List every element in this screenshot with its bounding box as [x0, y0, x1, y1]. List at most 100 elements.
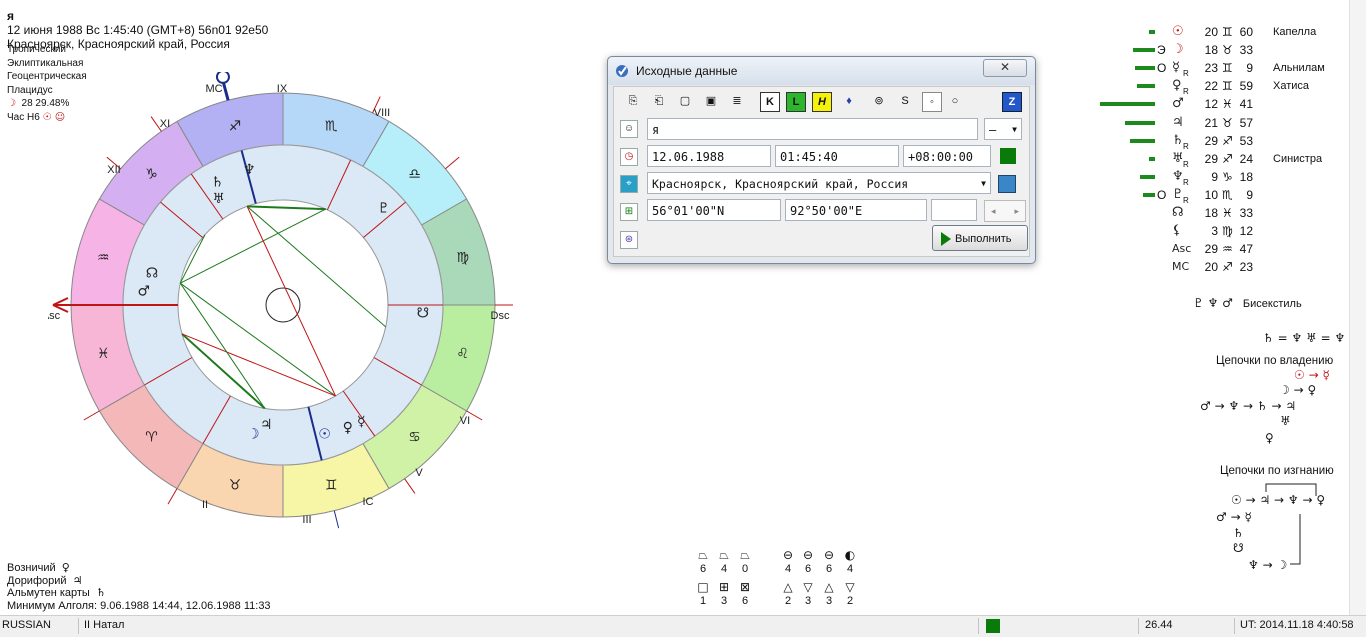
- chevron-left-icon[interactable]: ◂: [991, 201, 996, 221]
- strength-bar: [1143, 192, 1155, 197]
- rule-chain-3: ♂ → ♆ → ♄ → ♃: [1200, 399, 1297, 413]
- asc-label: Asc: [48, 310, 61, 322]
- position-sign-glyph: ♐: [1222, 260, 1233, 275]
- dialog-body: ⎘ ⎗ ▢ ▣ ≣ K L H ♦ ⊚ S ◦ ○ Z ☺ я – ▼ ◷ 12.…: [613, 86, 1030, 257]
- status-mode[interactable]: II Натал: [84, 619, 124, 631]
- planet-glyph: ☉: [318, 426, 331, 442]
- name-input[interactable]: я: [647, 118, 978, 140]
- aspect-glyph: ⊞: [718, 580, 730, 594]
- extra-input[interactable]: [931, 199, 977, 221]
- setting-coords: Эклиптикальная: [7, 57, 84, 69]
- z-button[interactable]: Z: [1002, 92, 1022, 112]
- status-divider: [978, 618, 979, 634]
- position-minutes: 33: [1239, 43, 1253, 58]
- circle-toggle[interactable]: ○: [946, 92, 964, 110]
- position-sign-glyph: ♊: [1222, 25, 1233, 39]
- zodiac-sign-glyph: ♐: [229, 118, 242, 134]
- wheel-settings-icon[interactable]: ⊛: [620, 231, 638, 249]
- moon-icon: ☽: [7, 98, 16, 109]
- position-degree: 21: [1204, 115, 1218, 130]
- natal-chart-wheel[interactable]: ♒♑♐♏♎♍♌♋♊♉♈♓ ♄♅♆♇☋♂☊☽♃☉♀☿ AscDscMCICIXVI…: [48, 72, 518, 542]
- planet-glyph: ♀: [343, 420, 353, 436]
- position-planet-glyph: ♅: [1172, 150, 1184, 166]
- diamond-icon[interactable]: ♦: [840, 92, 858, 110]
- house-vi-label: VI: [460, 415, 470, 427]
- k-button[interactable]: K: [760, 92, 780, 112]
- run-button[interactable]: Выполнить: [932, 225, 1028, 251]
- position-row: ♀ R 22 ♊ 59 Хатиса: [1100, 77, 1360, 96]
- latitude-input[interactable]: 56°01'00"N: [647, 199, 781, 221]
- position-sign-glyph: ♉: [1222, 115, 1233, 130]
- place-dropdown[interactable]: Красноярск, Красноярский край, Россия ▼: [647, 172, 991, 194]
- aspect-glyph: ⊠: [739, 580, 751, 594]
- time-input[interactable]: 01:45:40: [775, 145, 899, 167]
- position-sign-glyph: ♏: [1222, 187, 1233, 202]
- timezone-input[interactable]: +08:00:00: [903, 145, 991, 167]
- status-ut: UT: 2014.11.18 4:40:58: [1240, 619, 1354, 631]
- house-ii-label: II: [202, 499, 208, 511]
- ic-label: IC: [363, 496, 374, 508]
- date-input[interactable]: 12.06.1988: [647, 145, 771, 167]
- position-row: MC 20 ♐ 23: [1100, 258, 1360, 276]
- vertical-scrollbar[interactable]: [1349, 0, 1366, 615]
- aspect-glyph: ⏢: [719, 548, 729, 562]
- position-row: ♄ R 29 ♐ 53: [1100, 132, 1360, 151]
- position-degree: 3: [1211, 224, 1218, 239]
- aspect-glyph: ⊖: [823, 548, 835, 562]
- position-minutes: 53: [1239, 133, 1253, 148]
- save-icon[interactable]: ▣: [702, 92, 720, 110]
- zodiac-sign-glyph: ♈: [145, 430, 158, 446]
- position-minutes: 18: [1239, 169, 1253, 184]
- chevron-right-icon[interactable]: ▸: [1014, 201, 1019, 221]
- position-row: ⚸ 3 ♍ 12: [1100, 222, 1360, 240]
- dsc-label: Dsc: [491, 310, 510, 322]
- rule-chain-5: ♀: [1265, 431, 1274, 445]
- zodiac-sign-glyph: ♎: [408, 166, 421, 182]
- s-icon[interactable]: S: [896, 92, 914, 110]
- fixed-star-name: Альнилам: [1273, 62, 1325, 75]
- list-icon[interactable]: ≣: [728, 92, 746, 110]
- strength-bar: [1100, 102, 1155, 107]
- position-sign-glyph: ♊: [1222, 61, 1233, 76]
- zodiac-sign-glyph: ♋: [408, 430, 421, 446]
- position-degree: 23: [1204, 61, 1218, 76]
- aspect-count: 3: [825, 595, 833, 607]
- aspect-count: 6: [804, 563, 812, 575]
- status-language[interactable]: RUSSIAN: [2, 619, 51, 631]
- position-minutes: 9: [1246, 61, 1253, 76]
- play-icon: [941, 232, 951, 246]
- target-icon[interactable]: ⊚: [870, 92, 888, 110]
- planet-glyph: ☿: [357, 414, 366, 430]
- position-minutes: 33: [1239, 206, 1253, 220]
- globe-icon[interactable]: [998, 175, 1016, 193]
- spin-arrows[interactable]: ◂ ▸: [984, 200, 1026, 222]
- planet-glyph: ☊: [146, 265, 158, 281]
- input-data-dialog[interactable]: Исходные данные ✕ ⎘ ⎗ ▢ ▣ ≣ K L H ♦ ⊚ S …: [607, 56, 1036, 264]
- new-icon[interactable]: ▢: [676, 92, 694, 110]
- longitude-input[interactable]: 92°50'00"E: [785, 199, 927, 221]
- position-sign-glyph: ♓: [1222, 206, 1233, 220]
- dialog-titlebar[interactable]: Исходные данные ✕: [608, 57, 1035, 85]
- status-indicator[interactable]: [1000, 148, 1016, 164]
- clock-icon: ◷: [620, 148, 638, 166]
- position-row: ♅ R 29 ♐ 24 Синистра: [1100, 150, 1360, 169]
- zodiac-sign-glyph: ♊: [325, 478, 338, 494]
- position-sign-glyph: ♐: [1222, 133, 1233, 148]
- l-button[interactable]: L: [786, 92, 806, 112]
- position-row: ♂ 12 ♓ 41: [1100, 95, 1360, 113]
- almuten: Альмутен карты ♄: [7, 586, 271, 600]
- planet-glyph: ♄: [211, 174, 224, 190]
- h-button[interactable]: H: [812, 92, 832, 112]
- paste-icon[interactable]: ⎗: [650, 92, 668, 110]
- position-minutes: 60: [1239, 25, 1253, 39]
- name-dropdown[interactable]: – ▼: [984, 118, 1022, 140]
- exile-chains-title: Цепочки по изгнанию: [1220, 465, 1334, 477]
- copy-icon[interactable]: ⎘: [624, 92, 642, 110]
- position-row: ♃ 21 ♉ 57: [1100, 114, 1360, 132]
- position-degree: 18: [1204, 43, 1218, 58]
- house-cusp-tick: [83, 410, 100, 421]
- small-circle-toggle[interactable]: ◦: [922, 92, 942, 112]
- house-xii-label: XII: [107, 164, 120, 176]
- strength-bar: [1130, 138, 1155, 143]
- close-button[interactable]: ✕: [983, 59, 1027, 77]
